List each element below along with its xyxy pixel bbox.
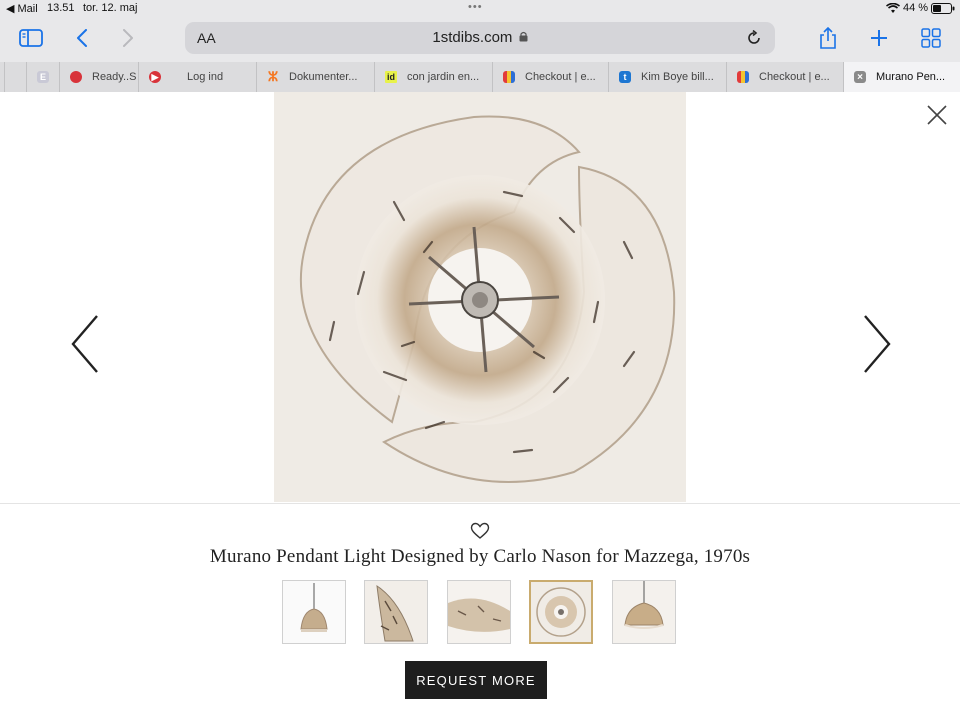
red-circle-favicon-icon	[70, 71, 82, 83]
reload-icon[interactable]	[745, 29, 763, 47]
product-title: Murano Pendant Light Designed by Carlo N…	[209, 546, 751, 567]
browser-toolbar: AA 1stdibs.com	[0, 18, 960, 62]
tab-strip: E Ready..S ▶ Log ind ⵣ Dokumenter... id …	[0, 62, 960, 93]
share-icon[interactable]	[817, 26, 839, 50]
product-detail-panel: Murano Pendant Light Designed by Carlo N…	[0, 503, 960, 721]
tab-murano-active[interactable]: × Murano Pen...	[843, 62, 960, 92]
tab-overview-icon[interactable]	[920, 27, 942, 49]
play-favicon-icon: ▶	[149, 71, 161, 83]
battery-percentage: 44 %	[903, 2, 929, 14]
hubspot-favicon-icon: ⵣ	[267, 69, 279, 84]
thumbnail-3[interactable]	[447, 580, 511, 644]
checkout-favicon-icon	[503, 71, 515, 83]
back-icon[interactable]	[72, 28, 92, 48]
back-to-mail-link[interactable]: ◀ Mail	[6, 2, 38, 15]
sidebar-icon[interactable]	[18, 28, 44, 48]
t-favicon-icon: t	[619, 71, 631, 83]
favorite-heart-icon[interactable]	[470, 522, 490, 540]
image-viewer	[0, 92, 960, 502]
thumbnail-2[interactable]	[364, 580, 428, 644]
new-tab-icon[interactable]	[868, 27, 890, 49]
tab-checkout-1[interactable]: Checkout | e...	[492, 62, 608, 92]
thumbnail-1[interactable]	[282, 580, 346, 644]
tab-con-jardin[interactable]: id con jardin en...	[374, 62, 492, 92]
checkout-favicon-icon	[737, 71, 749, 83]
next-image-icon[interactable]	[862, 314, 892, 374]
wifi-icon	[886, 2, 900, 17]
status-bar: ◀ Mail 13.51 tor. 12. maj ••• 44 %	[0, 0, 960, 18]
tab-kim-boye[interactable]: t Kim Boye bill...	[608, 62, 726, 92]
url-text: 1stdibs.com	[185, 29, 775, 46]
product-photo[interactable]	[274, 92, 686, 502]
id-favicon-icon: id	[385, 71, 397, 83]
tab-e[interactable]: E	[26, 62, 59, 92]
clock: 13.51	[47, 2, 75, 14]
thumbnail-4-selected[interactable]	[529, 580, 593, 644]
tab-log-ind[interactable]: ▶ Log ind	[138, 62, 256, 92]
forward-icon[interactable]	[118, 28, 138, 48]
tab-edge	[4, 62, 9, 92]
address-bar[interactable]: AA 1stdibs.com	[185, 22, 775, 54]
tab-dokumenter[interactable]: ⵣ Dokumenter...	[256, 62, 374, 92]
thumbnail-5[interactable]	[612, 580, 676, 644]
e-favicon-icon: E	[37, 71, 49, 83]
lock-icon	[519, 31, 528, 42]
date: tor. 12. maj	[83, 2, 138, 14]
tab-checkout-2[interactable]: Checkout | e...	[726, 62, 843, 92]
request-more-button[interactable]: REQUEST MORE	[405, 661, 547, 699]
close-tab-icon[interactable]: ×	[854, 71, 866, 83]
battery-icon	[931, 3, 955, 17]
previous-image-icon[interactable]	[70, 314, 100, 374]
close-icon[interactable]	[926, 104, 948, 126]
multitasking-dots-icon[interactable]: •••	[468, 1, 483, 13]
tab-ready[interactable]: Ready..S	[59, 62, 138, 92]
